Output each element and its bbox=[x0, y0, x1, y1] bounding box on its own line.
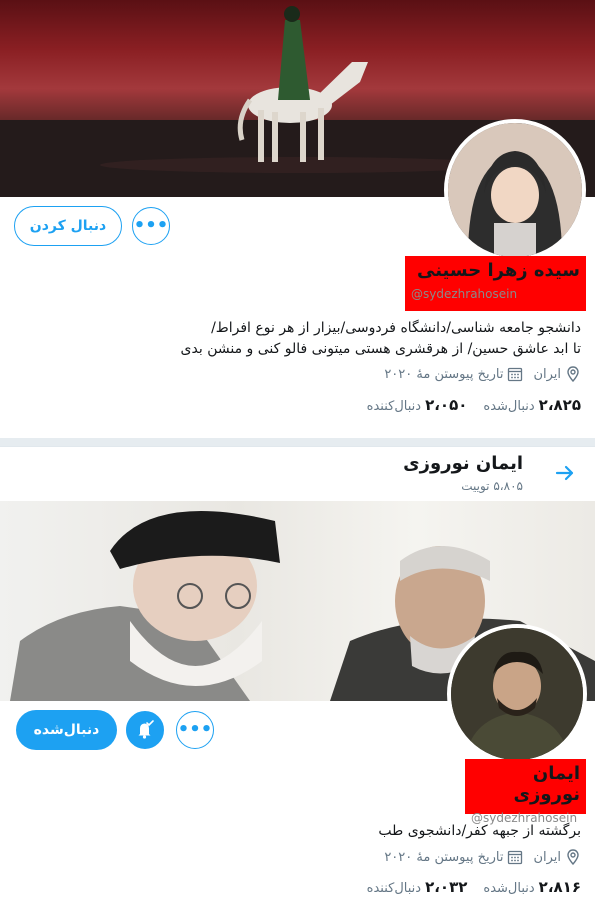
profile-meta-1: ایران تاریخ پیوستن مهٔ ۲۰۲۰ bbox=[384, 366, 581, 382]
profile-bio-1: دانشجو جامعه شناسی/دانشگاه فردوسی/بیزار … bbox=[111, 318, 581, 360]
join-date: تاریخ پیوستن مهٔ ۲۰۲۰ bbox=[384, 849, 523, 865]
join-date: تاریخ پیوستن مهٔ ۲۰۲۰ bbox=[384, 366, 523, 382]
bio-line: دانشجو جامعه شناسی/دانشگاه فردوسی/بیزار … bbox=[211, 320, 581, 336]
profile-name: ایمان نوروزی bbox=[513, 763, 580, 805]
profile-name-block-2: ایمان نوروزی @sydezhrahosein bbox=[465, 759, 586, 825]
join-date-text: تاریخ پیوستن مهٔ ۲۰۲۰ bbox=[384, 366, 504, 382]
calendar-icon bbox=[508, 367, 523, 382]
following-button[interactable]: دنبال‌شده bbox=[16, 710, 117, 750]
card-separator bbox=[0, 438, 595, 446]
profile-stats-1: ۲،۸۲۵دنبال‌شده ۲،۰۵۰دنبال‌کننده bbox=[367, 396, 581, 414]
avatar-portrait-image bbox=[448, 123, 582, 257]
bell-check-icon bbox=[138, 720, 154, 739]
calendar-icon bbox=[508, 850, 523, 865]
follow-button-label: دنبال کردن bbox=[29, 218, 107, 234]
profile-meta-2: ایران تاریخ پیوستن مهٔ ۲۰۲۰ bbox=[384, 849, 581, 865]
location: ایران bbox=[533, 849, 581, 865]
avatar-portrait-image bbox=[451, 628, 583, 760]
following-label: دنبال‌شده bbox=[483, 881, 535, 896]
followers-label: دنبال‌کننده bbox=[366, 881, 422, 896]
following-link[interactable]: ۲،۸۲۵دنبال‌شده bbox=[483, 396, 581, 414]
follow-button[interactable]: دنبال کردن bbox=[14, 206, 122, 246]
avatar-1[interactable] bbox=[444, 119, 586, 261]
bio-line: تا ابد عاشق حسین/ از هرقشری هستی میتونی … bbox=[180, 341, 581, 357]
profile-handle[interactable]: @sydezhrahosein bbox=[411, 287, 580, 301]
location: ایران bbox=[533, 366, 581, 382]
profile-bio-2: برگشته از جبهه کفر/دانشجوی طب bbox=[111, 821, 581, 842]
location-pin-icon bbox=[567, 849, 579, 865]
following-label: دنبال‌شده bbox=[483, 399, 535, 414]
profile-card-1: ••• دنبال کردن سیده زهرا حسینی @sydezhra… bbox=[0, 0, 595, 438]
header-title: ایمان نوروزی bbox=[403, 453, 523, 474]
followers-label: دنبال‌کننده bbox=[366, 399, 422, 414]
following-link[interactable]: ۲،۸۱۶دنبال‌شده bbox=[483, 878, 581, 896]
following-count: ۲،۸۱۶ bbox=[538, 878, 581, 896]
following-button-label: دنبال‌شده bbox=[33, 722, 100, 738]
more-options-button[interactable]: ••• bbox=[176, 711, 214, 749]
location-text: ایران bbox=[533, 366, 561, 382]
location-text: ایران bbox=[533, 849, 561, 865]
back-arrow-icon[interactable] bbox=[553, 461, 577, 485]
profile-name-block-1: سیده زهرا حسینی @sydezhrahosein bbox=[405, 256, 586, 311]
more-dots-icon: ••• bbox=[177, 719, 213, 740]
bio-line: برگشته از جبهه کفر/دانشجوی طب bbox=[378, 823, 581, 839]
profile-header-bar: ایمان نوروزی ۵،۸۰۵ توییت bbox=[0, 447, 595, 501]
followers-count: ۲،۰۳۲ bbox=[425, 878, 468, 896]
location-pin-icon bbox=[567, 366, 579, 382]
following-count: ۲،۸۲۵ bbox=[538, 396, 581, 414]
join-date-text: تاریخ پیوستن مهٔ ۲۰۲۰ bbox=[384, 849, 504, 865]
followers-count: ۲،۰۵۰ bbox=[425, 396, 468, 414]
more-dots-icon: ••• bbox=[133, 215, 169, 236]
profile-stats-2: ۲،۸۱۶دنبال‌شده ۲،۰۳۲دنبال‌کننده bbox=[367, 878, 581, 896]
followers-link[interactable]: ۲،۰۳۲دنبال‌کننده bbox=[367, 878, 468, 896]
followers-link[interactable]: ۲،۰۵۰دنبال‌کننده bbox=[367, 396, 468, 414]
tweet-count: ۵،۸۰۵ توییت bbox=[461, 479, 523, 493]
profile-name: سیده زهرا حسینی bbox=[416, 260, 580, 281]
more-options-button[interactable]: ••• bbox=[132, 207, 170, 245]
avatar-2[interactable] bbox=[447, 624, 587, 764]
notifications-button[interactable] bbox=[126, 711, 164, 749]
profile-card-2: ایمان نوروزی ۵،۸۰۵ توییت ••• bbox=[0, 446, 595, 908]
